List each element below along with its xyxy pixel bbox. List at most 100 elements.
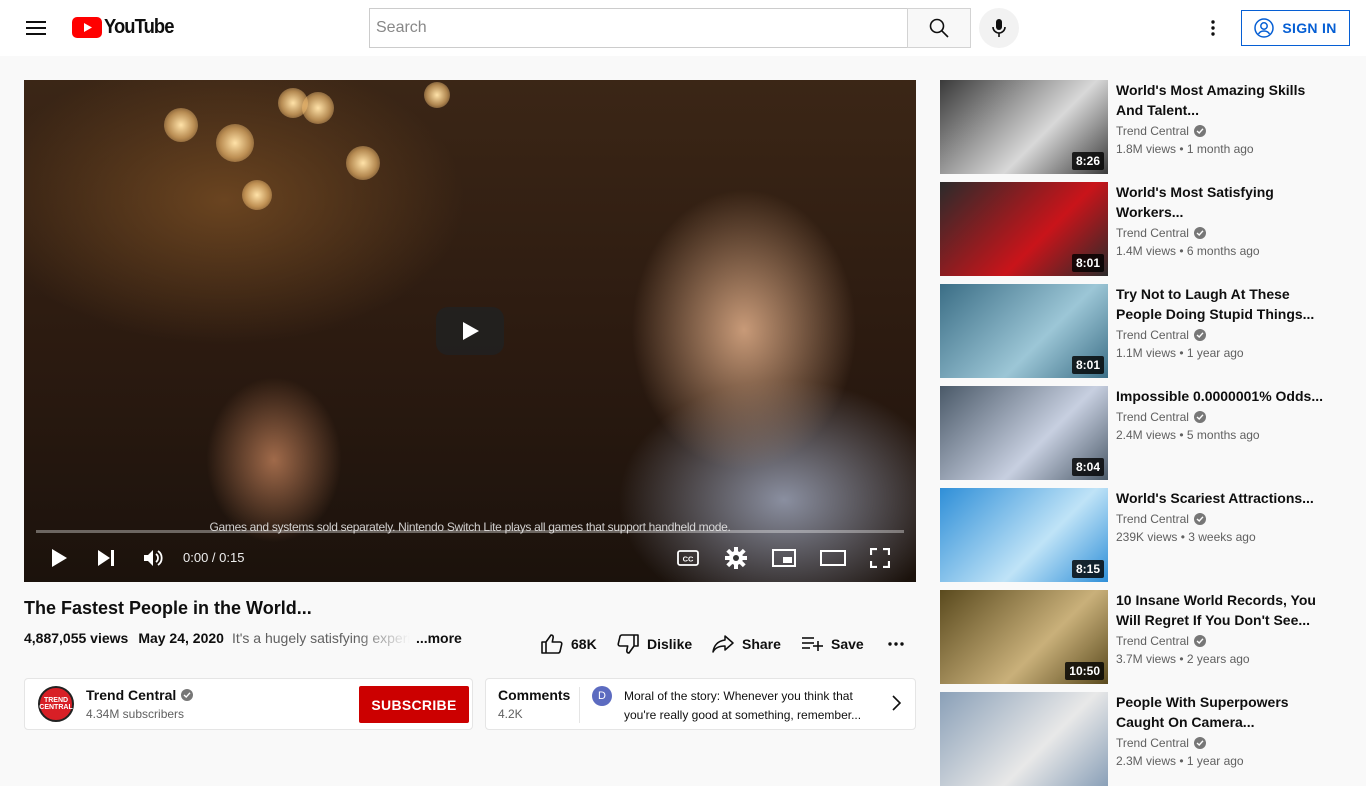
recommendation-title[interactable]: Impossible 0.0000001% Odds...: [1116, 386, 1326, 406]
closed-captions-icon: CC: [677, 550, 699, 566]
recommendation-item[interactable]: 8:01 Try Not to Laugh At These People Doi…: [940, 284, 1340, 378]
recommendation-item[interactable]: 10:50 10 Insane World Records, You Will R…: [940, 590, 1340, 684]
volume-icon: [144, 550, 163, 566]
recommendation-meta: 1.1M views • 1 year ago: [1116, 346, 1244, 360]
voice-search-button[interactable]: [979, 8, 1019, 48]
verified-badge-icon: [1193, 329, 1206, 341]
commenter-avatar: D: [592, 686, 612, 706]
duration-badge: 8:01: [1071, 356, 1104, 374]
dislike-label: Dislike: [647, 636, 693, 652]
settings-button[interactable]: [722, 542, 750, 574]
channel-card: TREND CENTRAL Trend Central 4.34M subscr…: [24, 678, 473, 730]
verified-badge-icon: [1193, 411, 1206, 423]
mute-button[interactable]: [138, 542, 168, 574]
channel-name-row[interactable]: Trend Central: [86, 687, 194, 703]
verified-badge-icon: [1193, 635, 1206, 647]
duration-badge: 8:15: [1071, 560, 1104, 578]
recommendation-channel: Trend Central: [1116, 124, 1189, 138]
dislike-button[interactable]: Dislike: [617, 628, 692, 660]
subscribe-button[interactable]: SUBSCRIBE: [359, 686, 469, 723]
youtube-play-logo-icon: [72, 17, 102, 38]
recommendation-channel: Trend Central: [1116, 634, 1189, 648]
channel-avatar[interactable]: TREND CENTRAL: [38, 686, 74, 722]
more-actions-button[interactable]: [884, 628, 908, 660]
verified-badge-icon: [1193, 227, 1206, 239]
recommendation-item[interactable]: People With Superpowers Caught On Camera…: [940, 692, 1340, 786]
bokeh-light: [164, 108, 198, 142]
recommendation-title[interactable]: World's Most Satisfying Workers...: [1116, 182, 1326, 222]
skip-next-icon: [98, 550, 114, 566]
recommendation-title[interactable]: World's Scariest Attractions...: [1116, 488, 1326, 508]
recommendation-channel: Trend Central: [1116, 512, 1189, 526]
recommendation-meta: 1.8M views • 1 month ago: [1116, 142, 1254, 156]
recommendation-channel: Trend Central: [1116, 226, 1189, 240]
recommendation-channel-row[interactable]: Trend Central: [1116, 736, 1206, 750]
recommendation-meta: 239K views • 3 weeks ago: [1116, 530, 1256, 544]
like-button[interactable]: 68K: [541, 628, 597, 660]
sign-in-label: SIGN IN: [1282, 20, 1337, 36]
add-to-playlist-icon: [802, 637, 823, 651]
video-thumbnail[interactable]: 8:15: [940, 488, 1108, 582]
video-meta: 4,887,055 views May 24, 2020 It's a huge…: [24, 630, 462, 646]
bokeh-light: [346, 146, 380, 180]
recommendation-item[interactable]: 8:26 World's Most Amazing Skills And Tale…: [940, 80, 1340, 174]
search-button[interactable]: [907, 8, 971, 48]
more-vertical-icon: [1211, 20, 1215, 36]
progress-bar[interactable]: [36, 530, 904, 533]
comments-count: 4.2K: [498, 707, 523, 721]
video-thumbnail[interactable]: 10:50: [940, 590, 1108, 684]
theater-mode-button[interactable]: [818, 542, 848, 574]
play-button[interactable]: [46, 542, 72, 574]
miniplayer-icon: [772, 549, 796, 567]
recommendation-channel-row[interactable]: Trend Central: [1116, 124, 1206, 138]
recommendation-channel: Trend Central: [1116, 410, 1189, 424]
sign-in-button[interactable]: SIGN IN: [1241, 10, 1350, 46]
captions-button[interactable]: CC: [674, 542, 702, 574]
youtube-logo[interactable]: YouTube: [72, 16, 180, 39]
video-thumbnail[interactable]: [940, 692, 1108, 786]
upload-date: May 24, 2020: [138, 630, 224, 646]
recommendation-channel-row[interactable]: Trend Central: [1116, 410, 1206, 424]
search-icon: [929, 18, 949, 38]
share-button[interactable]: Share: [712, 628, 781, 660]
video-thumbnail[interactable]: 8:04: [940, 386, 1108, 480]
recommendation-item[interactable]: 8:04 Impossible 0.0000001% Odds... Trend C…: [940, 386, 1340, 480]
show-more-link[interactable]: ...more: [416, 630, 462, 646]
recommendation-title[interactable]: World's Most Amazing Skills And Talent..…: [1116, 80, 1326, 120]
comments-card[interactable]: Comments 4.2K D Moral of the story: When…: [485, 678, 916, 730]
large-play-button[interactable]: [436, 307, 504, 355]
duration-badge: 8:26: [1071, 152, 1104, 170]
video-thumbnail[interactable]: 8:26: [940, 80, 1108, 174]
recommendation-channel-row[interactable]: Trend Central: [1116, 226, 1206, 240]
view-count: 4,887,055 views: [24, 630, 129, 646]
video-thumbnail[interactable]: 8:01: [940, 284, 1108, 378]
fullscreen-button[interactable]: [866, 542, 894, 574]
menu-button[interactable]: [16, 8, 56, 48]
recommendation-title[interactable]: People With Superpowers Caught On Camera…: [1116, 692, 1326, 732]
recommendation-meta: 2.3M views • 1 year ago: [1116, 754, 1244, 768]
search-input[interactable]: [369, 8, 907, 48]
like-count: 68K: [571, 636, 597, 652]
hamburger-icon: [26, 21, 46, 35]
channel-name: Trend Central: [86, 687, 177, 703]
duration-badge: 8:04: [1071, 458, 1104, 476]
recommendation-item[interactable]: 8:01 World's Most Satisfying Workers... Tr…: [940, 182, 1340, 276]
recommendation-title[interactable]: Try Not to Laugh At These People Doing S…: [1116, 284, 1326, 324]
save-button[interactable]: Save: [801, 628, 864, 660]
video-thumbnail[interactable]: 8:01: [940, 182, 1108, 276]
settings-menu-button[interactable]: [1193, 8, 1233, 48]
duration-badge: 8:01: [1071, 254, 1104, 272]
top-comment-text: Moral of the story: Whenever you think t…: [624, 689, 862, 722]
recommendation-title[interactable]: 10 Insane World Records, You Will Regret…: [1116, 590, 1326, 630]
next-button[interactable]: [92, 542, 120, 574]
subscriber-count: 4.34M subscribers: [86, 707, 185, 721]
recommendation-item[interactable]: 8:15 World's Scariest Attractions... Trend…: [940, 488, 1340, 582]
recommendation-channel-row[interactable]: Trend Central: [1116, 512, 1206, 526]
miniplayer-button[interactable]: [770, 542, 798, 574]
video-player[interactable]: Games and systems sold separately. Ninte…: [24, 80, 916, 582]
recommendation-channel-row[interactable]: Trend Central: [1116, 328, 1206, 342]
logo-text: YouTube: [104, 16, 174, 38]
recommendation-meta: 1.4M views • 6 months ago: [1116, 244, 1260, 258]
bokeh-light: [216, 124, 254, 162]
recommendation-channel-row[interactable]: Trend Central: [1116, 634, 1206, 648]
